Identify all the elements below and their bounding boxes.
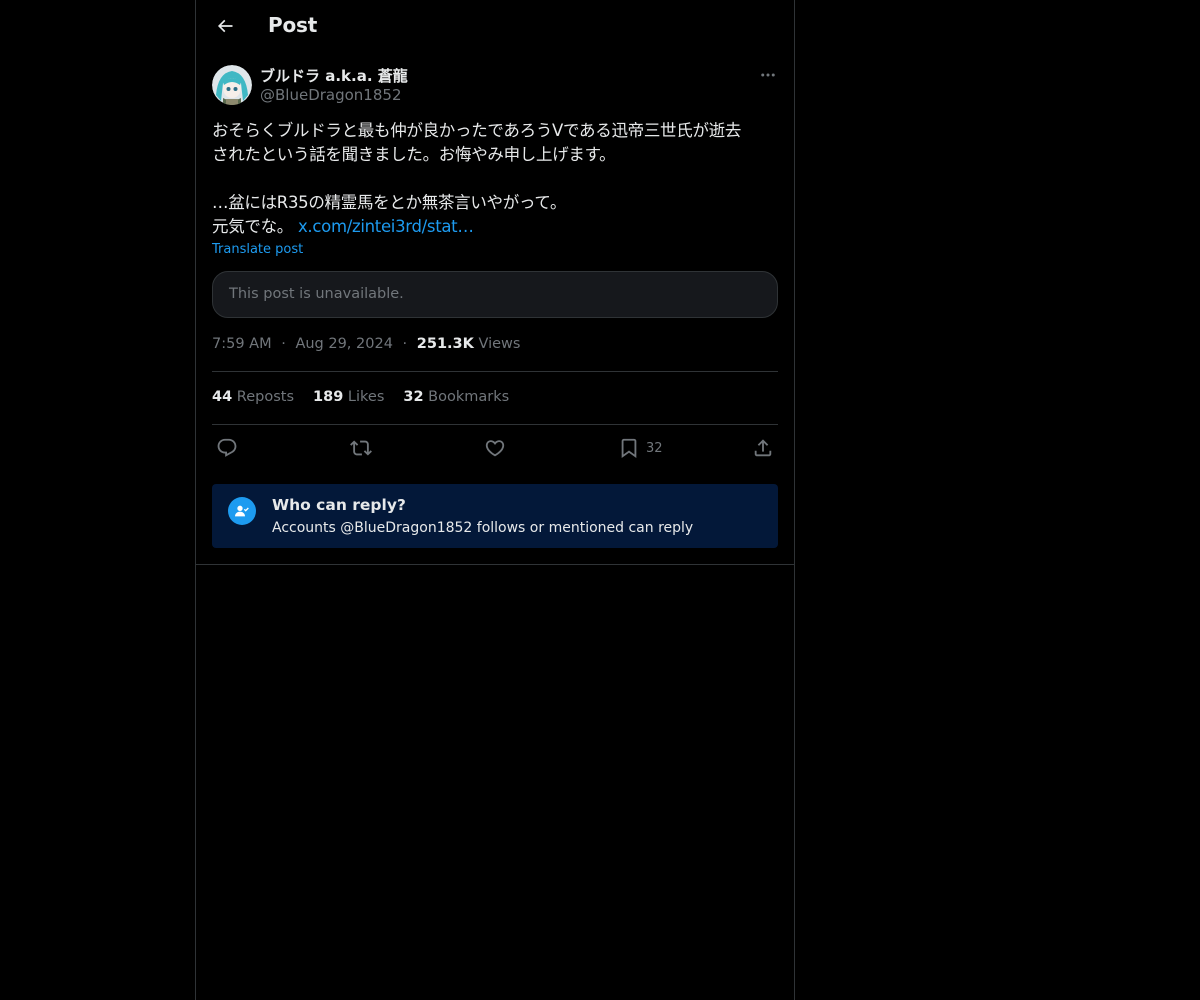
divider: [196, 564, 794, 565]
post-line-4: 元気でな。: [212, 217, 294, 236]
views-count: 251.3K: [416, 336, 474, 352]
like-button[interactable]: [484, 436, 506, 460]
reply-restriction-subtitle: Accounts @BlueDragon1852 follows or ment…: [272, 520, 694, 536]
reply-button[interactable]: [216, 436, 238, 460]
reply-restriction-title: Who can reply?: [272, 496, 406, 514]
post-link[interactable]: x.com/zintei3rd/stat…: [298, 217, 474, 236]
bookmarks-count: 32: [403, 389, 424, 405]
likes-count: 189: [313, 389, 344, 405]
primary-column: Post ブルドラ a.k.a. 蒼龍 @BlueDragon1852 おそらく…: [195, 0, 795, 1000]
post-line-3: …盆にはR35の精霊馬をとか無茶言いやがって。: [212, 193, 567, 212]
bookmarks-stat[interactable]: 32 Bookmarks: [403, 389, 509, 405]
quote-unavailable-text: This post is unavailable.: [229, 286, 404, 302]
share-button[interactable]: [752, 436, 774, 460]
bookmark-button[interactable]: 32: [618, 436, 663, 460]
reply-bubble-icon: [217, 438, 237, 457]
action-bar: 32: [212, 436, 778, 460]
engagement-stats: 44 Reposts 189 Likes 32 Bookmarks: [212, 389, 528, 405]
post-line-1: おそらくブルドラと最も仲が良かったであろうVである迅帝三世氏が逝去: [212, 121, 742, 140]
bookmarks-label: Bookmarks: [428, 389, 510, 405]
divider: [212, 424, 778, 425]
repost-icon: [350, 440, 372, 456]
repost-button[interactable]: [350, 436, 372, 460]
back-button[interactable]: [208, 9, 242, 43]
likes-label: Likes: [347, 389, 385, 405]
post-line-2: されたという話を聞きました。お悔やみ申し上げます。: [212, 145, 616, 164]
quoted-post-unavailable: This post is unavailable.: [212, 271, 778, 318]
views-label: Views: [478, 336, 521, 352]
meta-separator: ·: [402, 336, 408, 352]
meta-separator: ·: [281, 336, 286, 352]
divider: [212, 371, 778, 372]
author-name[interactable]: ブルドラ a.k.a. 蒼龍: [260, 65, 408, 86]
reposts-count: 44: [212, 389, 233, 405]
likes-stat[interactable]: 189 Likes: [313, 389, 384, 405]
reposts-label: Reposts: [236, 389, 295, 405]
heart-icon: [485, 440, 505, 457]
person-check-icon: [228, 497, 256, 525]
reposts-stat[interactable]: 44 Reposts: [212, 389, 294, 405]
more-options-button[interactable]: [758, 65, 778, 85]
share-icon: [754, 439, 772, 457]
post-meta: 7:59 AM · Aug 29, 2024 · 251.3K Views: [212, 336, 520, 352]
page-header: Post: [196, 0, 794, 53]
avatar[interactable]: [212, 65, 252, 105]
more-dots-icon: [761, 73, 775, 77]
page-title: Post: [268, 13, 318, 37]
bookmark-icon: [621, 438, 637, 459]
post-text: おそらくブルドラと最も仲が良かったであろうVである迅帝三世氏が逝去 されたという…: [212, 119, 778, 239]
reply-restriction-card: Who can reply? Accounts @BlueDragon1852 …: [212, 484, 778, 548]
post-date[interactable]: Aug 29, 2024: [295, 336, 393, 352]
translate-post-link[interactable]: Translate post: [212, 242, 303, 257]
author-handle[interactable]: @BlueDragon1852: [260, 86, 401, 104]
arrow-left-icon: [217, 19, 233, 33]
post-time[interactable]: 7:59 AM: [212, 336, 272, 352]
avatar-image: [212, 65, 252, 105]
bookmark-count: 32: [646, 440, 663, 456]
